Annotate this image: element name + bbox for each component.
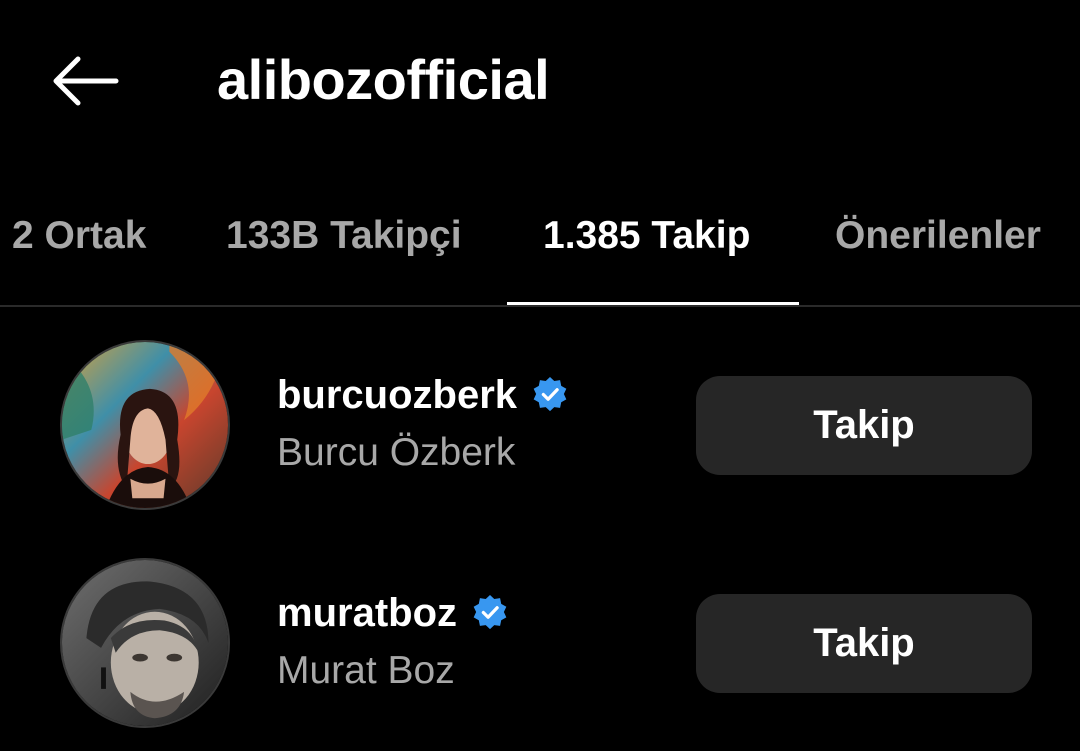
tab-mutual[interactable]: 2 Ortak (12, 190, 146, 282)
full-name: Burcu Özberk (277, 431, 516, 474)
verified-badge-icon (473, 594, 507, 630)
app-root: alibozofficial 2 Ortak 133B Takipçi 1.38… (0, 0, 1080, 751)
avatar-image (62, 560, 228, 726)
list-item: burcuozberk Burcu Özberk Takip (0, 330, 1080, 530)
verified-badge-icon (533, 376, 567, 412)
tab-suggested[interactable]: Önerilenler (835, 190, 1041, 282)
avatar[interactable] (60, 340, 230, 510)
list-item: muratboz Murat Boz Takip (0, 548, 1080, 748)
follow-button[interactable]: Takip (696, 594, 1032, 693)
page-title: alibozofficial (217, 48, 550, 111)
follow-button[interactable]: Takip (696, 376, 1032, 475)
username: burcuozberk (277, 373, 518, 417)
tab-divider (0, 305, 1080, 307)
username-link[interactable]: burcuozberk (277, 370, 569, 420)
tab-followers[interactable]: 133B Takipçi (226, 190, 462, 282)
username-link[interactable]: muratboz (277, 588, 509, 638)
tab-following[interactable]: 1.385 Takip (543, 190, 750, 282)
header: alibozofficial (0, 0, 1080, 160)
back-button[interactable] (40, 45, 130, 117)
tab-bar: 2 Ortak 133B Takipçi 1.385 Takip Önerile… (0, 190, 1080, 308)
full-name: Murat Boz (277, 649, 455, 692)
arrow-left-icon (53, 56, 119, 106)
avatar[interactable] (60, 558, 230, 728)
username: muratboz (277, 591, 457, 635)
avatar-image (62, 342, 228, 508)
